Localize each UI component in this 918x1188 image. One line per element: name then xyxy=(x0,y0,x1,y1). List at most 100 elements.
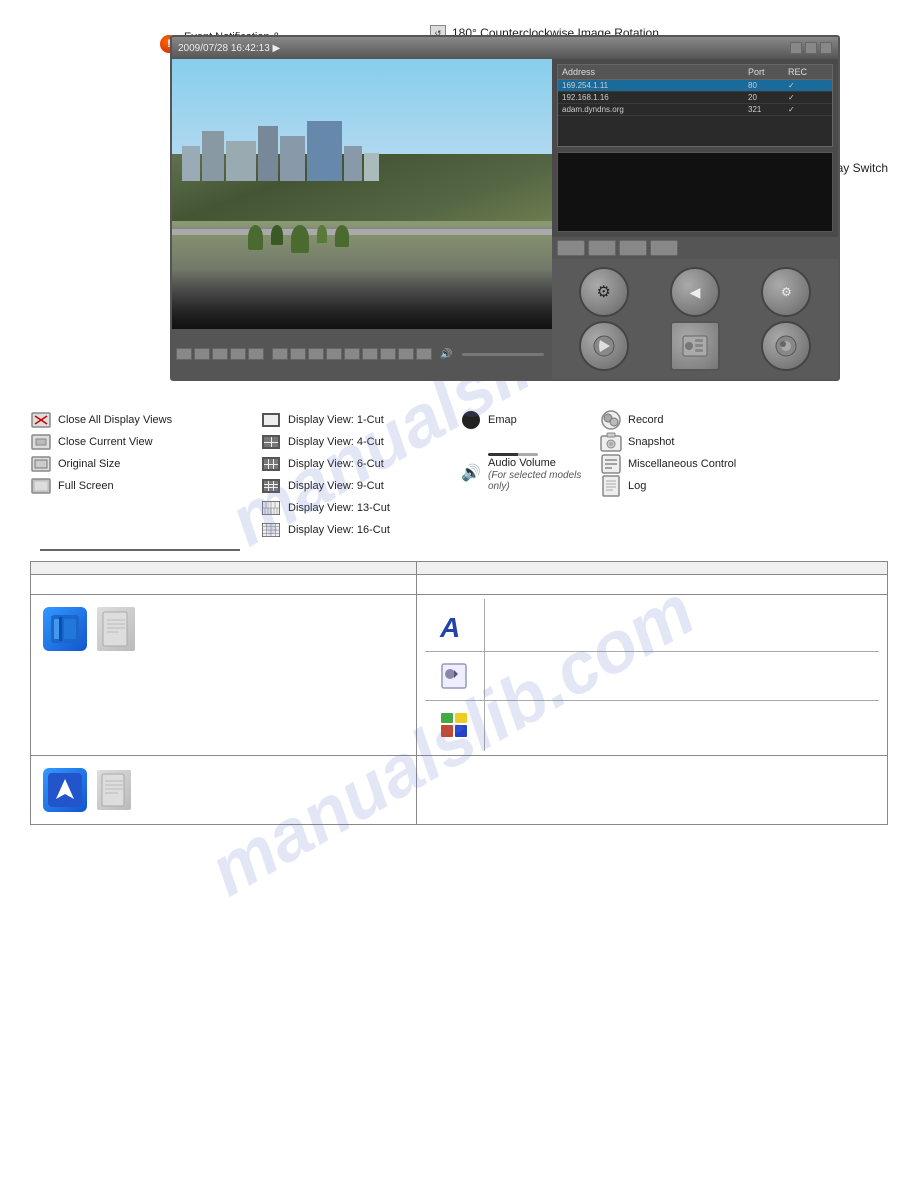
csb-3[interactable] xyxy=(619,240,647,256)
close-all-item: Close All Display Views xyxy=(30,409,260,431)
vc-volume-slider[interactable] xyxy=(462,353,544,356)
vc-btn-6[interactable] xyxy=(272,348,288,360)
vc-btn-10[interactable] xyxy=(344,348,360,360)
col-port-header: Port xyxy=(748,67,788,77)
record-item: Record xyxy=(600,409,870,431)
record-label: Record xyxy=(628,413,663,427)
misc-label: Miscellaneous Control xyxy=(628,457,736,471)
emap-circle xyxy=(462,411,480,429)
titlebar-btn-1[interactable] xyxy=(790,42,802,54)
vc-btn-14[interactable] xyxy=(416,348,432,360)
buildings xyxy=(172,100,552,181)
view-16cut-label: Display View: 16-Cut xyxy=(288,523,390,537)
ptz-icon xyxy=(773,333,799,359)
vc-btn-5[interactable] xyxy=(248,348,264,360)
config-icon: ⚙ xyxy=(781,285,792,299)
video-controls[interactable]: 🔊 xyxy=(172,329,552,379)
snapshot-legend-item: Snapshot xyxy=(600,431,870,453)
sub-text-1 xyxy=(485,599,879,651)
doc-page-icon xyxy=(97,770,131,810)
vc-btn-12[interactable] xyxy=(380,348,396,360)
4cut-icon-box xyxy=(262,435,280,449)
sub-icon-blocks xyxy=(425,701,485,751)
cam-small-btns xyxy=(552,237,838,259)
col-rec-header: REC xyxy=(788,67,828,77)
snapshot-legend-label: Snapshot xyxy=(628,435,674,449)
right-pane: Address Port REC 169.254.1.11 80 ✓ 192.1… xyxy=(552,59,838,379)
settings-button[interactable]: ⚙ xyxy=(579,267,629,317)
view-6cut-icon xyxy=(260,455,282,473)
cell-icon-row-3 xyxy=(39,599,408,659)
table-cell-4-left xyxy=(31,756,417,825)
close-all-label: Close All Display Views xyxy=(58,413,172,427)
view-9cut-item: Display View: 9-Cut xyxy=(260,475,460,497)
vc-btn-2[interactable] xyxy=(194,348,210,360)
view-4cut-item: Display View: 4-Cut xyxy=(260,431,460,453)
back-button[interactable]: ◀ xyxy=(670,267,720,317)
csb-4[interactable] xyxy=(650,240,678,256)
ui-window: 2009/07/28 16:42:13 ▶ xyxy=(170,35,840,381)
close-current-label: Close Current View xyxy=(58,435,153,449)
close-all-icon xyxy=(30,411,52,429)
view-9cut-icon xyxy=(260,477,282,495)
vc-btn-4[interactable] xyxy=(230,348,246,360)
table-sub-right-3: A xyxy=(425,599,879,751)
back-icon: ◀ xyxy=(690,284,701,301)
csb-2[interactable] xyxy=(588,240,616,256)
cam-rec-1: ✓ xyxy=(788,81,828,90)
record-icon xyxy=(600,411,622,429)
dvr-control-button[interactable] xyxy=(670,321,720,371)
table-row-4 xyxy=(31,756,888,825)
titlebar-buttons xyxy=(790,42,832,54)
cam-list-row-1[interactable]: 169.254.1.11 80 ✓ xyxy=(558,80,832,92)
vc-btn-8[interactable] xyxy=(308,348,324,360)
table-cell-3-right: A xyxy=(416,595,887,756)
original-size-icon xyxy=(30,455,52,473)
titlebar-btn-3[interactable] xyxy=(820,42,832,54)
emap-label: Emap xyxy=(488,413,517,427)
vc-btn-3[interactable] xyxy=(212,348,228,360)
vc-btn-13[interactable] xyxy=(398,348,414,360)
original-size-label: Original Size xyxy=(58,457,120,471)
settings-gear-icon: ⚙ xyxy=(596,282,610,302)
view-13cut-item: Display View: 13-Cut xyxy=(260,497,460,519)
view-1cut-item: Display View: 1-Cut xyxy=(260,409,460,431)
close-current-icon xyxy=(30,433,52,451)
audio-label: Audio Volume xyxy=(488,456,600,470)
table-section: A xyxy=(30,561,888,825)
csb-1[interactable] xyxy=(557,240,585,256)
log-icon xyxy=(600,477,622,495)
table-cell-3-left xyxy=(31,595,417,756)
emap-item: Emap xyxy=(460,409,600,431)
cam-list-row-3[interactable]: adam.dyndns.org 321 ✓ xyxy=(558,104,832,116)
cam-port-3: 321 xyxy=(748,105,788,114)
view-1cut-icon xyxy=(260,411,282,429)
sub-text-2 xyxy=(485,652,879,700)
cam-rec-2: ✓ xyxy=(788,93,828,102)
playback-button[interactable] xyxy=(579,321,629,371)
ptz-button[interactable] xyxy=(761,321,811,371)
cam-port-2: 20 xyxy=(748,93,788,102)
legend-col3: Emap 🔊 Audio Volume (For selected models… xyxy=(460,409,600,494)
misc-icon xyxy=(600,455,622,473)
vc-btn-7[interactable] xyxy=(290,348,306,360)
close-current-item: Close Current View xyxy=(30,431,260,453)
vc-btn-9[interactable] xyxy=(326,348,342,360)
section-divider xyxy=(40,549,240,551)
view-1cut-label: Display View: 1-Cut xyxy=(288,413,384,427)
vc-btn-1[interactable] xyxy=(176,348,192,360)
vc-btn-11[interactable] xyxy=(362,348,378,360)
log-label: Log xyxy=(628,479,646,493)
bottom-controls: ⚙ ◀ ⚙ xyxy=(552,259,838,379)
video-placeholder xyxy=(172,59,552,329)
view-13cut-label: Display View: 13-Cut xyxy=(288,501,390,515)
config-button[interactable]: ⚙ xyxy=(761,267,811,317)
legend-col2: Display View: 1-Cut Display View: 4-Cut … xyxy=(260,409,460,541)
cam-list-row-2[interactable]: 192.168.1.16 20 ✓ xyxy=(558,92,832,104)
cam-address-2: 192.168.1.16 xyxy=(562,93,748,102)
sub-text-3 xyxy=(485,701,879,751)
col-address-header: Address xyxy=(562,67,748,77)
table-row-3: A xyxy=(31,595,888,756)
titlebar-btn-2[interactable] xyxy=(805,42,817,54)
view-16cut-icon xyxy=(260,521,282,539)
